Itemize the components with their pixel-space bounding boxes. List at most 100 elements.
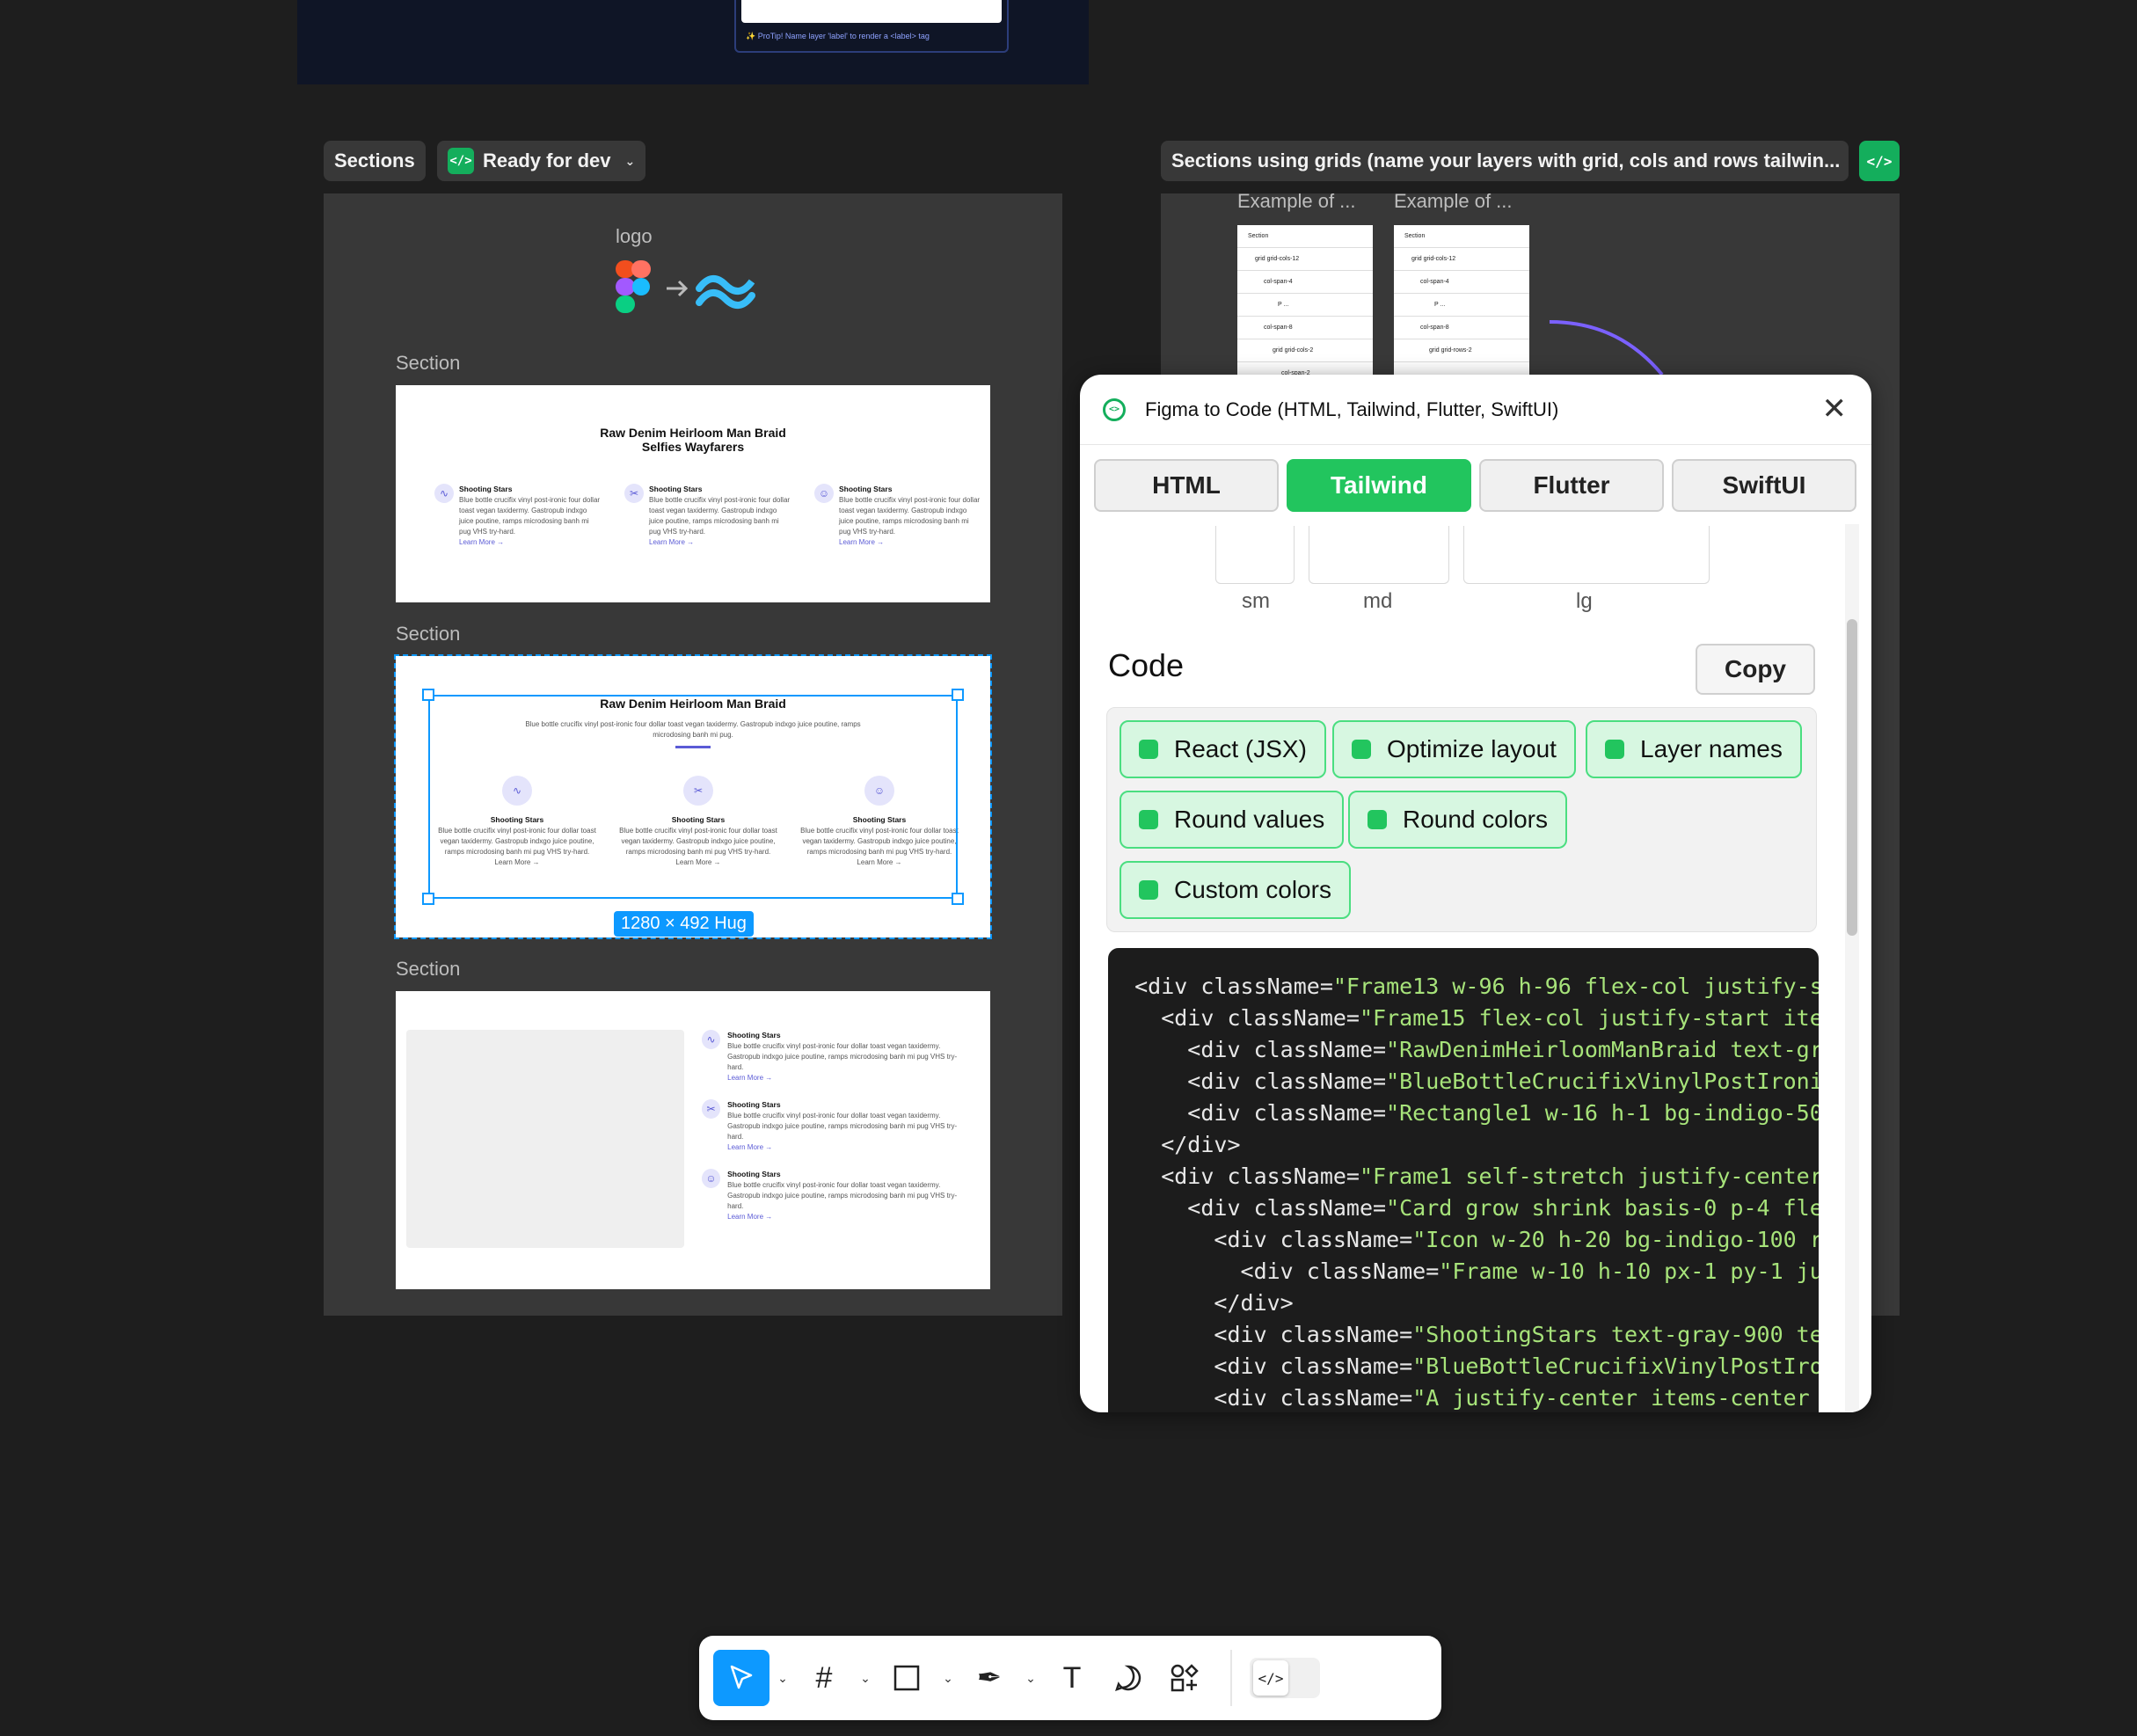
feature-title: Shooting Stars [459,485,513,493]
protip-text: ✨ ProTip! Name layer 'label' to render a… [746,32,930,40]
figma-to-tailwind-logo [616,259,774,320]
ready-for-dev-chip[interactable]: </> Ready for dev ⌄ [437,141,646,181]
learn-more-link[interactable]: Learn More → [839,537,981,548]
move-tool-icon[interactable] [713,1650,769,1706]
feature-item: ☺ Shooting Stars Blue bottle crucifix vi… [702,1169,966,1222]
code-line: <div className="RawDenimHeirloomManBraid… [1108,1037,1819,1062]
toggle-dot [1352,740,1371,759]
text-tool-icon[interactable]: T [1044,1650,1100,1706]
feature-title: Shooting Stars [727,1170,781,1178]
selection-box[interactable] [428,695,958,899]
dev-mode-button[interactable]: </> [1859,141,1900,181]
code-line: <div className="BlueBottleCrucifixVinylP… [1108,1353,1819,1379]
learn-more-link[interactable]: Learn More → [727,1142,966,1153]
feature-text: Blue bottle crucifix vinyl post-ironic f… [459,496,601,536]
layer-row: col-span-2 [1237,362,1373,375]
frame-name: Sections using grids (name your layers w… [1171,150,1841,171]
example-label-2: Example of ... [1394,190,1513,212]
example-label-1: Example of ... [1237,190,1356,212]
feature-item: ✂ Shooting Stars Blue bottle crucifix vi… [624,484,791,548]
tab-swiftui[interactable]: SwiftUI [1672,459,1856,512]
scrollbar-thumb[interactable] [1847,619,1857,936]
code-line: <div className="Frame1 self-stretch just… [1108,1163,1819,1189]
learn-more-link[interactable]: Learn More → [727,1073,966,1083]
chevron-down-icon: ⌄ [624,153,636,168]
learn-more-link[interactable]: Learn More → [727,1212,966,1222]
code-icon: </> [1253,1660,1288,1696]
resize-handle[interactable] [422,689,434,701]
comment-tool-icon[interactable] [1100,1650,1156,1706]
option-label: React (JSX) [1174,735,1307,762]
code-line: <div className="Frame13 w-96 h-96 flex-c… [1108,974,1819,999]
panel-title: Figma to Code (HTML, Tailwind, Flutter, … [1145,398,1559,420]
scissors-icon: ✂ [702,1099,721,1119]
layer-row: col-span-8 [1237,317,1373,339]
code-line: <div className="Frame w-10 h-10 px-1 py-… [1108,1258,1820,1284]
tab-flutter[interactable]: Flutter [1479,459,1664,512]
tab-html[interactable]: HTML [1094,459,1279,512]
copy-button[interactable]: Copy [1696,644,1815,695]
chevron-down-icon[interactable]: ⌄ [1017,1671,1044,1686]
toolbar-divider [1230,1650,1232,1706]
dev-icon: </> [448,148,474,174]
breakpoint-label: sm [1242,589,1270,613]
option-round-colors[interactable]: Round colors [1348,791,1567,849]
option-react-jsx[interactable]: React (JSX) [1120,720,1326,778]
code-line: <div className="Icon w-20 h-20 bg-indigo… [1108,1227,1819,1252]
layer-tree-example-2[interactable]: Section grid grid-cols-12 col-span-4 P .… [1394,225,1529,375]
rectangle-tool-icon[interactable] [879,1650,935,1706]
chevron-down-icon[interactable]: ⌄ [852,1671,879,1686]
breakpoint-label: lg [1576,589,1593,613]
frame-tool-icon[interactable]: # [796,1650,852,1706]
option-label: Optimize layout [1387,735,1557,762]
breakpoint-label: md [1363,589,1393,613]
plugin-logo-icon: <> [1103,398,1126,421]
code-line: <div className="Frame15 flex-col justify… [1108,1005,1819,1031]
breakpoint-preview-lg[interactable] [1463,526,1710,584]
section-card-3[interactable]: ∿ Shooting Stars Blue bottle crucifix vi… [396,991,990,1289]
layer-row: grid grid-cols-12 [1237,248,1373,271]
breakpoint-preview-sm[interactable] [1215,526,1295,584]
layer-row: grid grid-rows-2 [1394,339,1529,362]
feature-item: ✂ Shooting Stars Blue bottle crucifix vi… [702,1099,966,1153]
activity-icon: ∿ [434,484,454,503]
option-layer-names[interactable]: Layer names [1586,720,1802,778]
option-label: Custom colors [1174,876,1331,903]
figma-to-code-panel[interactable]: <> Figma to Code (HTML, Tailwind, Flutte… [1080,375,1871,1412]
resize-handle[interactable] [422,893,434,905]
section-card-1[interactable]: Raw Denim Heirloom Man Braid Selfies Way… [396,385,990,602]
tab-tailwind[interactable]: Tailwind [1287,459,1471,512]
option-round-values[interactable]: Round values [1120,791,1345,849]
toggle-dot [1139,740,1158,759]
layer-tree-example-1[interactable]: Section grid grid-cols-12 col-span-4 P .… [1237,225,1373,375]
option-custom-colors[interactable]: Custom colors [1120,861,1351,919]
frame-label-grids[interactable]: Sections using grids (name your layers w… [1161,141,1849,181]
toggle-dot [1368,810,1387,829]
code-output[interactable]: <div className="Frame13 w-96 h-96 flex-c… [1108,948,1819,1412]
close-icon[interactable]: ✕ [1822,394,1848,424]
option-label: Round values [1174,806,1325,833]
option-optimize-layout[interactable]: Optimize layout [1332,720,1576,778]
chevron-down-icon[interactable]: ⌄ [769,1671,796,1686]
code-line: <div className="BlueBottleCrucifixVinylP… [1108,1069,1819,1094]
resize-handle[interactable] [952,893,964,905]
chevron-down-icon[interactable]: ⌄ [935,1671,961,1686]
layer-row: Section [1237,225,1373,248]
actions-tool-icon[interactable] [1156,1650,1213,1706]
section-label: Section [396,352,461,374]
resize-handle[interactable] [952,689,964,701]
connector-arrow [1549,320,1664,376]
feature-item: ∿ Shooting Stars Blue bottle crucifix vi… [702,1030,966,1083]
options-group: React (JSX) Optimize layout Layer names … [1106,707,1817,932]
frame-label-sections[interactable]: Sections [324,141,426,181]
code-line: <div className="Rectangle1 w-16 h-1 bg-i… [1108,1100,1819,1126]
layer-row: Section [1394,225,1529,248]
feature-text: Blue bottle crucifix vinyl post-ironic f… [839,496,981,536]
toggle-dot [1605,740,1624,759]
dev-mode-toggle[interactable]: </> [1250,1658,1320,1698]
learn-more-link[interactable]: Learn More → [649,537,791,548]
learn-more-link[interactable]: Learn More → [459,537,602,548]
breakpoint-preview-md[interactable] [1309,526,1449,584]
toggle-dot [1139,810,1158,829]
pen-tool-icon[interactable]: ✒ [961,1650,1017,1706]
